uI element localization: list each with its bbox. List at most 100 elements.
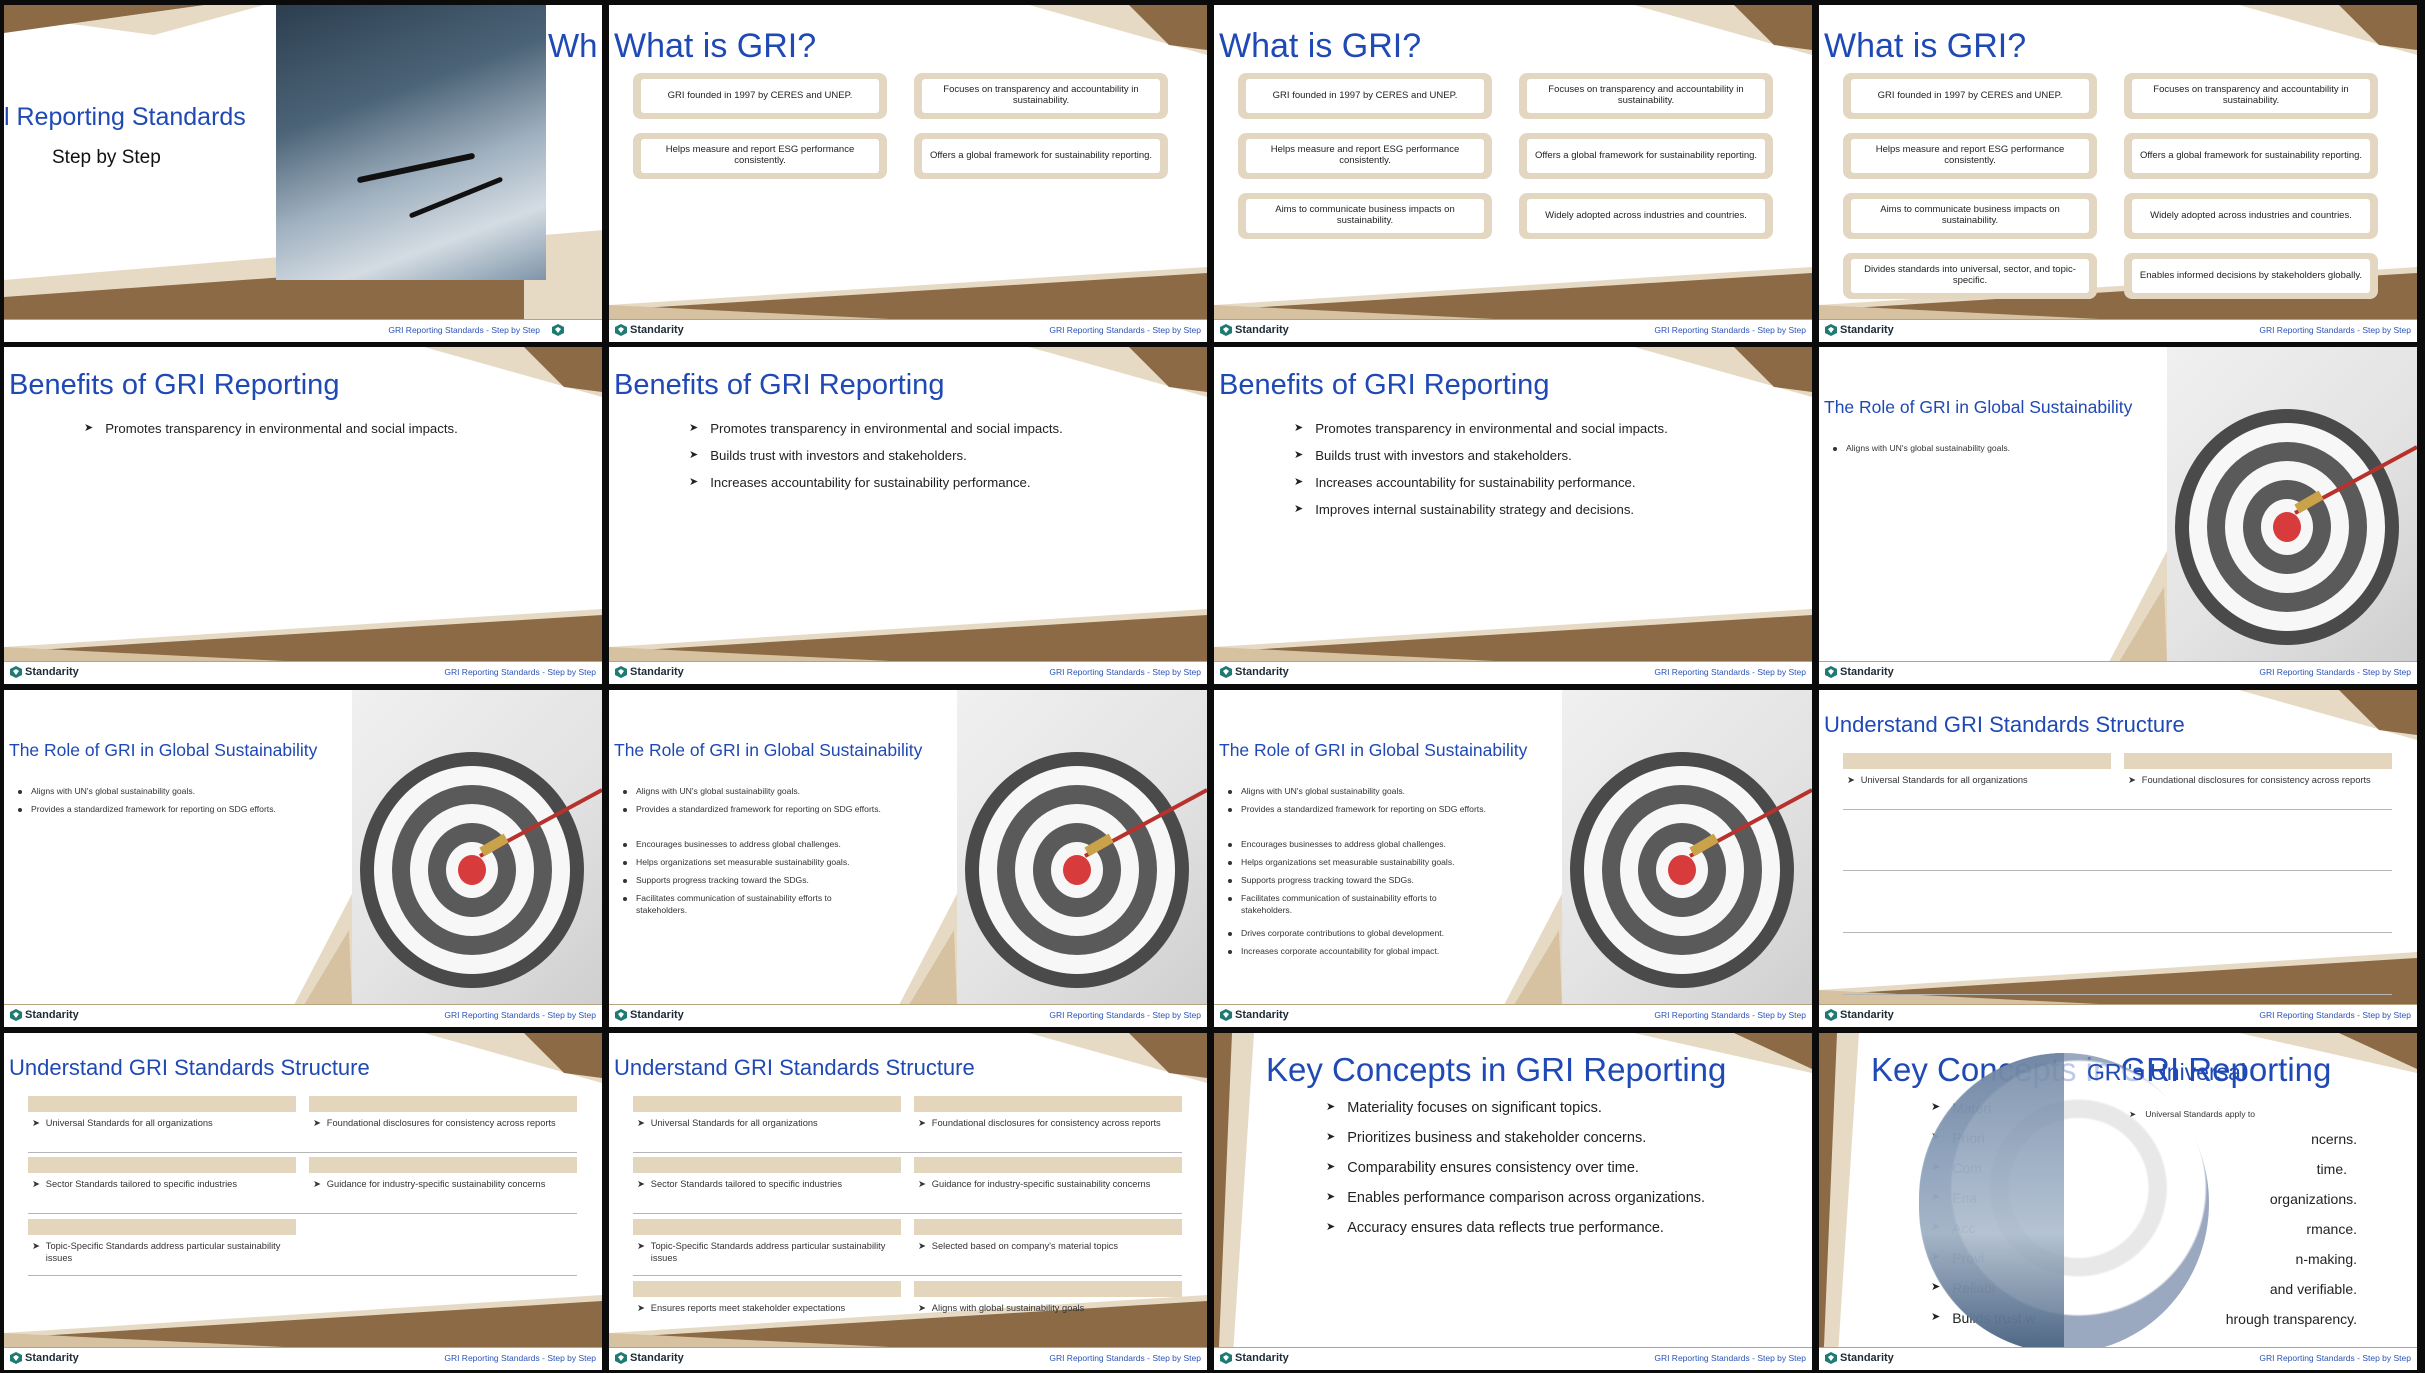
footer-logo: Standarity [1220,666,1289,678]
arrow-bullet-icon: ➤ [32,1179,40,1189]
table-cell: ➤ Ensures reports meet stakeholder expect… [637,1303,899,1315]
bullet-text: Encourages businesses to address global … [1241,839,1446,849]
info-box: Offers a global framework for sustainabi… [914,133,1168,179]
table-header-cell [914,1219,1182,1235]
slide-thumbnail-11[interactable]: The Role of GRI in Global Sustainability… [1214,690,1812,1027]
slide-footer: Standarity GRI Reporting Standards - Step… [609,1004,1207,1027]
bullet-dot-icon [1228,808,1232,812]
slide-thumbnail-2[interactable]: What is GRI? GRI founded in 1997 by CERES… [609,5,1207,342]
slide-thumbnail-9[interactable]: The Role of GRI in Global Sustainability… [4,690,602,1027]
arrow-bullet-icon: ➤ [1326,1221,1336,1233]
dartboard-image [352,690,602,1005]
bullet-item: Provides a standardized framework for re… [1228,804,1488,816]
footer-logo: Standarity [1220,1009,1289,1021]
footer-logo: Standarity [1825,1009,1894,1021]
bullet-dot-icon [18,790,22,794]
logo-text: Standarity [1235,1352,1289,1364]
logo-text: Standarity [630,324,684,336]
slide-thumbnail-13[interactable]: Understand GRI Standards Structure ➤ Unive… [4,1033,602,1370]
bullet-text-fragment: rmance. [2306,1221,2357,1237]
logo-text: Standarity [25,666,79,678]
slide-thumbnail-7[interactable]: Benefits of GRI Reporting ➤ Promotes trans… [1214,347,1812,684]
transition-overlay-bullet: ➤ Universal Standards apply to [2129,1109,2255,1121]
slide-footer: Standarity GRI Reporting Standards - Step… [4,661,602,684]
table-cell: ➤ Foundational disclosures for consistenc… [2128,775,2390,787]
slide-thumbnail-12[interactable]: Understand GRI Standards Structure ➤ Unive… [1819,690,2417,1027]
arrow-bullet-icon: ➤ [637,1303,645,1313]
logo-text: Standarity [630,1009,684,1021]
footer-logo: Standarity [1220,324,1289,336]
bullet-item: ➤ Builds trust with investors and stakeho… [1294,448,1572,463]
bullet-text: Provides a standardized framework for re… [636,804,881,814]
table-cell: ➤ Aligns with global sustainability goals [918,1303,1180,1315]
bullet-text: Helps organizations set measurable susta… [1241,857,1455,867]
footer-note: GRI Reporting Standards - Step by Step [388,325,540,335]
table-header-cell [914,1096,1182,1112]
arrow-bullet-icon: ➤ [637,1118,645,1128]
bullet-text: Improves internal sustainability strateg… [1315,502,1635,517]
bullet-text-fragment: organizations. [2269,1191,2357,1207]
footer-note: GRI Reporting Standards - Step by Step [444,667,596,677]
logo-icon [615,1009,627,1021]
info-box-text: Focuses on transparency and accountabili… [2132,79,2370,113]
table-cell: ➤ Topic-Specific Standards address partic… [637,1241,899,1264]
footer-note: GRI Reporting Standards - Step by Step [1049,667,1201,677]
slide-thumbnail-15[interactable]: Key Concepts in GRI Reporting ➤ Materialit… [1214,1033,1812,1370]
table-header-cell [2124,753,2392,769]
bullet-text: Enables performance comparison across or… [1347,1190,1706,1206]
info-box: Enables informed decisions by stakeholde… [2124,253,2378,299]
arrow-bullet-icon: ➤ [1847,775,1855,785]
logo-icon [1825,324,1837,336]
arrow-bullet-icon: ➤ [1931,1311,1941,1323]
bullet-text: Drives corporate contributions to global… [1241,928,1445,938]
footer-note: GRI Reporting Standards - Step by Step [444,1010,596,1020]
arrow-bullet-icon: ➤ [637,1241,645,1251]
cell-text: Sector Standards tailored to specific in… [45,1179,237,1189]
slide-thumbnail-6[interactable]: Benefits of GRI Reporting ➤ Promotes trans… [609,347,1207,684]
slide-thumbnail-16[interactable]: Key Concepts in GRI Reporting➤Materi➤Pri… [1819,1033,2417,1370]
table-header-cell [914,1157,1182,1173]
info-box: Focuses on transparency and accountabili… [1519,73,1773,119]
table-cell: ➤ Foundational disclosures for consistenc… [918,1118,1180,1130]
bullet-text-fragment: ncerns. [2311,1131,2357,1147]
cell-text: Guidance for industry-specific sustainab… [931,1179,1151,1189]
slide-thumbnail-14[interactable]: Understand GRI Standards Structure ➤ Unive… [609,1033,1207,1370]
bullet-item: ➤ Enables performance comparison across o… [1326,1190,1705,1206]
bullet-dot-icon [1833,447,1837,451]
slide-thumbnail-4[interactable]: What is GRI? GRI founded in 1997 by CERES… [1819,5,2417,342]
logo-icon [10,666,22,678]
arrow-bullet-icon: ➤ [1931,1101,1941,1113]
slide-thumbnail-5[interactable]: Benefits of GRI Reporting ➤ Promotes trans… [4,347,602,684]
slide-footer: Standarity GRI Reporting Standards - Step… [1819,319,2417,342]
next-slide-logo-fragment [552,324,564,336]
arrow-bullet-icon: ➤ [918,1303,926,1313]
footer-logo: Standarity [615,666,684,678]
slide-thumbnail-10[interactable]: The Role of GRI in Global Sustainability… [609,690,1207,1027]
arrow-bullet-icon: ➤ [84,422,94,434]
cell-text: Aligns with global sustainability goals [931,1303,1085,1313]
bullet-item: Supports progress tracking toward the SD… [623,875,883,887]
slide-decoration [4,1033,602,1351]
info-box: Widely adopted across industries and cou… [1519,193,1773,239]
bullet-item: ➤ Improves internal sustainability strate… [1294,502,1634,517]
info-box-text: Helps measure and report ESG performance… [641,139,879,173]
logo-icon [1220,1352,1232,1364]
slide-title: The Role of GRI in Global Sustainability [1219,740,1528,760]
slide-title: What is GRI? [1219,27,1422,65]
slide-thumbnail-3[interactable]: What is GRI? GRI founded in 1997 by CERES… [1214,5,1812,342]
info-box-text: GRI founded in 1997 by CERES and UNEP. [1246,79,1484,113]
slide-thumbnail-1[interactable]: l Reporting Standards Step by Step Wh Stand… [4,5,602,342]
arrow-bullet-icon: ➤ [689,449,699,461]
table-row-divider [28,1213,577,1215]
slide-title: The Role of GRI in Global Sustainability [1824,397,2133,417]
bullet-item: Aligns with UN's global sustainability g… [1833,443,2093,455]
slide-thumbnail-8[interactable]: The Role of GRI in Global Sustainability… [1819,347,2417,684]
bullet-item: Increases corporate accountability for g… [1228,946,1488,958]
table-cell: ➤ Foundational disclosures for consistenc… [313,1118,575,1130]
cell-text: Topic-Specific Standards address particu… [650,1241,886,1263]
bullet-dot-icon [623,879,627,883]
slide-title: Understand GRI Standards Structure [9,1055,370,1080]
logo-text: Standarity [630,1352,684,1364]
footer-logo: Standarity [1825,324,1894,336]
slide-title: Understand GRI Standards Structure [1824,712,2185,737]
